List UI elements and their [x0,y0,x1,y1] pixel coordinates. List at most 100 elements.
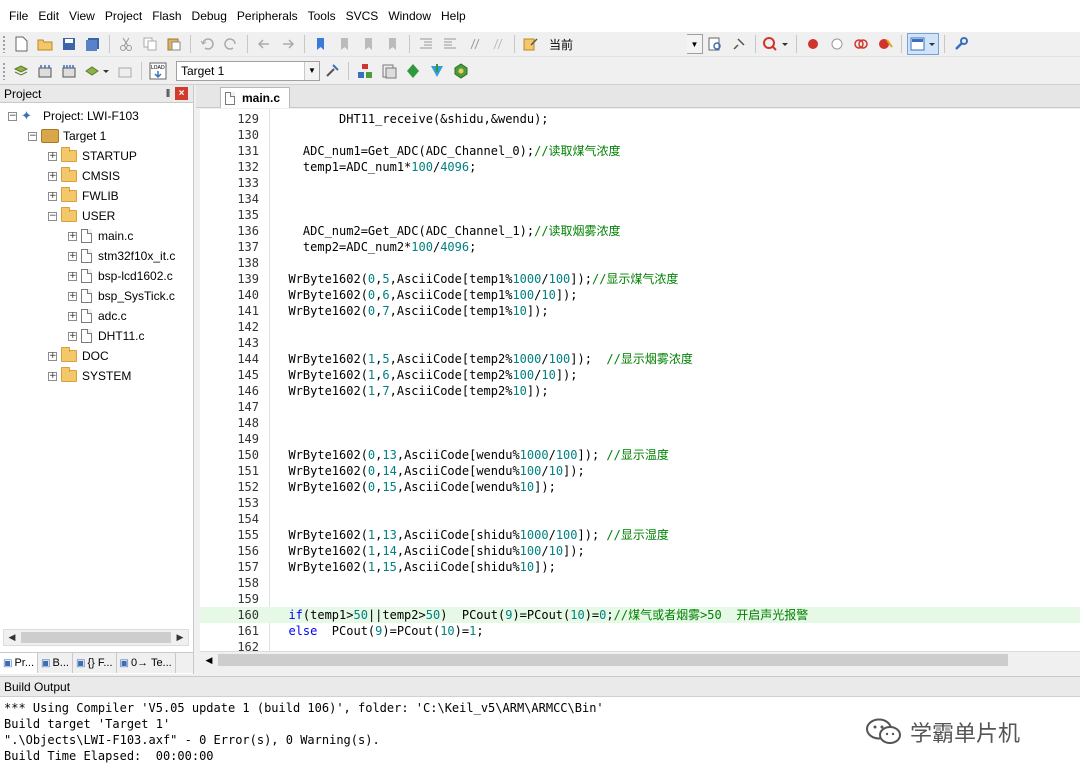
code-line[interactable]: 154 [200,511,1080,527]
code-line[interactable]: 158 [200,575,1080,591]
scroll-left-icon[interactable]: ◀ [5,631,19,644]
tree-item[interactable]: − Target 1 [28,126,106,146]
find-in-files-icon[interactable] [520,33,542,55]
translate-icon[interactable] [10,60,32,82]
code-line[interactable]: 131 ADC_num1=Get_ADC(ADC_Channel_0);//读取… [200,143,1080,159]
tree-item[interactable]: − ✦ Project: LWI-F103 [8,106,139,126]
code-line[interactable]: 140 WrByte1602(0,6,AsciiCode[temp1%100/1… [200,287,1080,303]
enable-breakpoint-icon[interactable] [826,33,848,55]
cut-icon[interactable] [115,33,137,55]
expand-icon[interactable]: + [48,151,57,161]
pack-installer-icon[interactable] [426,60,448,82]
file-extensions-icon[interactable] [378,60,400,82]
menu-peripherals[interactable]: Peripherals [232,0,303,32]
tree-item[interactable]: − USER [48,206,115,226]
menu-project[interactable]: Project [100,0,147,32]
code-line[interactable]: 157 WrByte1602(1,15,AsciiCode[shidu%10])… [200,559,1080,575]
expand-icon[interactable]: + [48,191,57,201]
code-line[interactable]: 134 [200,191,1080,207]
panel-tab[interactable]: ▣ 0→ Te... [117,653,176,673]
collapse-icon[interactable]: − [28,131,37,141]
incremental-find-icon[interactable] [704,33,726,55]
manage-project-items-icon[interactable] [354,60,376,82]
expand-icon[interactable]: + [68,271,77,281]
find-combo-dropdown[interactable]: ▼ [687,34,704,54]
menu-flash[interactable]: Flash [147,0,186,32]
build-output-text[interactable]: *** Using Compiler 'V5.05 update 1 (buil… [4,700,604,764]
expand-icon[interactable]: + [68,251,77,261]
code-line[interactable]: 137 temp2=ADC_num2*100/4096; [200,239,1080,255]
batch-build-icon[interactable] [82,60,112,82]
undo-icon[interactable] [196,33,218,55]
code-line[interactable]: 162 [200,639,1080,651]
code-line[interactable]: 130 [200,127,1080,143]
window-layout-icon[interactable] [907,33,940,55]
code-line[interactable]: 147 [200,399,1080,415]
options-for-target-icon[interactable] [321,60,343,82]
unindent-icon[interactable] [439,33,461,55]
scroll-thumb[interactable] [21,632,171,643]
comment-icon[interactable] [463,33,485,55]
indent-icon[interactable] [415,33,437,55]
target-select[interactable]: Target 1 ▼ [176,60,320,81]
tree-item[interactable]: + STARTUP [48,146,137,166]
code-line[interactable]: 144 WrByte1602(1,5,AsciiCode[temp2%1000/… [200,351,1080,367]
rte-config-icon[interactable] [450,60,472,82]
code-line[interactable]: 146 WrByte1602(1,7,AsciiCode[temp2%10]); [200,383,1080,399]
open-folder-icon[interactable] [34,33,56,55]
code-line[interactable]: 143 [200,335,1080,351]
copy-icon[interactable] [139,33,161,55]
start-debug-icon[interactable] [761,33,791,55]
code-line[interactable]: 136 ADC_num2=Get_ADC(ADC_Channel_1);//读取… [200,223,1080,239]
code-editor[interactable]: 129 DHT11_receive(&shidu,&wendu); 130 131 … [200,109,1080,651]
code-line[interactable]: 155 WrByte1602(1,13,AsciiCode[shidu%1000… [200,527,1080,543]
code-line[interactable]: 156 WrByte1602(1,14,AsciiCode[shidu%100/… [200,543,1080,559]
pin-icon[interactable]: ‖ [161,88,175,100]
tree-horizontal-scrollbar[interactable]: ◀ ▶ [3,629,189,646]
code-line[interactable]: 159 [200,591,1080,607]
code-line[interactable]: 133 [200,175,1080,191]
menu-view[interactable]: View [64,0,100,32]
tab-main-c[interactable]: main.c [220,87,290,108]
save-icon[interactable] [58,33,80,55]
close-icon[interactable]: × [175,87,188,100]
code-line[interactable]: 149 [200,431,1080,447]
prev-bookmark-icon[interactable] [334,33,356,55]
code-line[interactable]: 145 WrByte1602(1,6,AsciiCode[temp2%100/1… [200,367,1080,383]
expand-icon[interactable]: + [68,311,77,321]
code-line[interactable]: 141 WrByte1602(0,7,AsciiCode[temp1%10]); [200,303,1080,319]
menu-help[interactable]: Help [436,0,471,32]
code-line[interactable]: 138 [200,255,1080,271]
collapse-icon[interactable]: − [8,111,17,121]
editor-horizontal-scrollbar[interactable]: ◀ [200,651,1080,668]
find-icon[interactable] [728,33,750,55]
clear-bookmarks-icon[interactable] [382,33,404,55]
panel-tab[interactable]: ▣ B... [38,653,73,673]
paste-icon[interactable] [163,33,185,55]
expand-icon[interactable]: + [48,351,57,361]
code-line[interactable]: 151 WrByte1602(0,14,AsciiCode[wendu%100/… [200,463,1080,479]
tree-item[interactable]: + CMSIS [48,166,120,186]
menu-svcs[interactable]: SVCS [341,0,384,32]
navigate-forward-icon[interactable] [277,33,299,55]
build-icon[interactable] [34,60,56,82]
code-line[interactable]: 139 WrByte1602(0,5,AsciiCode[temp1%1000/… [200,271,1080,287]
bookmark-icon[interactable] [310,33,332,55]
rebuild-icon[interactable] [58,60,80,82]
uncomment-icon[interactable] [487,33,509,55]
disable-breakpoints-icon[interactable] [850,33,872,55]
next-bookmark-icon[interactable] [358,33,380,55]
tree-item[interactable]: + DOC [48,346,109,366]
code-line[interactable]: 135 [200,207,1080,223]
tree-item[interactable]: + main.c [68,226,133,246]
insert-breakpoint-icon[interactable] [802,33,824,55]
collapse-icon[interactable]: − [48,211,57,221]
configure-icon[interactable] [950,33,972,55]
navigate-back-icon[interactable] [253,33,275,55]
redo-icon[interactable] [220,33,242,55]
expand-icon[interactable]: + [68,231,77,241]
select-packs-icon[interactable] [402,60,424,82]
expand-icon[interactable]: + [48,171,57,181]
code-line[interactable]: 129 DHT11_receive(&shidu,&wendu); [200,111,1080,127]
tree-item[interactable]: + bsp_SysTick.c [68,286,175,306]
